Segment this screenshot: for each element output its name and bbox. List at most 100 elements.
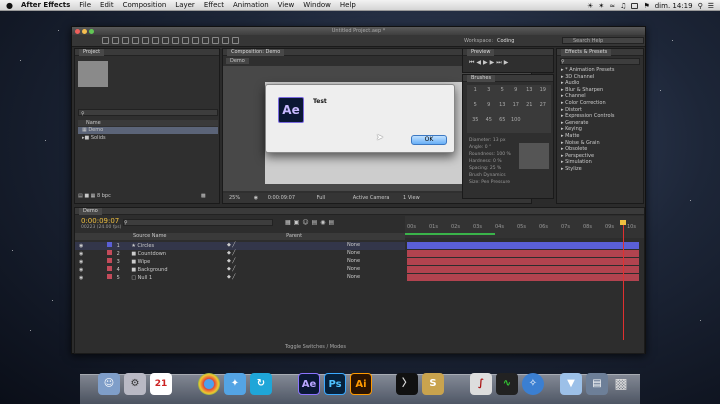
eraser-tool-icon[interactable] [212, 37, 219, 44]
clone-tool-icon[interactable] [202, 37, 209, 44]
brush-spacing[interactable]: Spacing: 25 % [469, 165, 511, 172]
trash-icon[interactable]: ▩ [201, 193, 206, 199]
layer-row-1[interactable]: ◉ 1 ★ Circles ◆ ╱ None [75, 242, 405, 250]
brush-tip[interactable]: 5 [496, 87, 509, 101]
layer-row-5[interactable]: ◉ 5 □ Null 1 ◆ ╱ None [75, 274, 405, 282]
pan-behind-tool-icon[interactable] [152, 37, 159, 44]
brush-tip[interactable]: 65 [496, 117, 509, 131]
red-app-icon[interactable]: ∫ [470, 373, 492, 395]
effect-category[interactable]: ▸ Matte [557, 133, 643, 140]
brush-tip[interactable]: 1 [469, 87, 482, 101]
search-help-input[interactable]: Search Help [562, 37, 644, 44]
app-store-icon[interactable]: ⚙ [124, 373, 146, 395]
effect-category[interactable]: ▸ * Animation Presets [557, 67, 643, 74]
play-icon[interactable]: ▶ [483, 59, 490, 66]
layer-name[interactable]: Null 1 [138, 275, 152, 281]
brush-tip[interactable]: 9 [510, 87, 523, 101]
project-item-demo[interactable]: ▦ Demo [78, 127, 218, 134]
brush-tip[interactable]: 27 [537, 102, 550, 116]
visibility-icon[interactable]: ◉ [79, 275, 83, 281]
status-icon[interactable]: ☀ [587, 2, 593, 10]
col-parent[interactable]: Parent [286, 233, 302, 239]
motion-blur-icon[interactable]: ◉ [320, 219, 328, 226]
menu-help[interactable]: Help [340, 1, 356, 9]
mask-tool-icon[interactable] [162, 37, 169, 44]
effect-category[interactable]: ▸ Distort [557, 107, 643, 114]
layer-name[interactable]: Circles [137, 243, 154, 249]
layer-color-label[interactable] [106, 258, 112, 263]
comp-breadcrumb[interactable]: Demo [226, 58, 249, 64]
col-source-name[interactable]: Source Name [133, 233, 167, 239]
visibility-icon[interactable]: ◉ [79, 243, 83, 249]
volume-icon[interactable]: ♫ [620, 2, 626, 10]
layer-bar-wipe[interactable] [407, 258, 639, 265]
tab-preview[interactable]: Preview [467, 49, 495, 56]
finder-icon[interactable]: ☺ [98, 373, 120, 395]
after-effects-dock-icon[interactable]: Ae [298, 373, 320, 395]
tab-brushes[interactable]: Brushes [467, 75, 496, 82]
comp-timecode[interactable]: 0:00:09:07 [268, 195, 295, 201]
brush-tip[interactable]: 100 [510, 117, 523, 131]
tab-demo-timeline[interactable]: Demo [79, 208, 102, 215]
layer-bar-background[interactable] [407, 266, 639, 273]
brush-tip[interactable]: 17 [510, 102, 523, 116]
illustrator-dock-icon[interactable]: Ai [350, 373, 372, 395]
frame-blending-icon[interactable]: ▤ [312, 219, 321, 226]
parent-select[interactable]: None [347, 242, 360, 250]
close-window-button[interactable] [75, 29, 80, 34]
comp-mini-flowchart-icon[interactable]: ▦ [285, 219, 294, 226]
pen-tool-icon[interactable] [172, 37, 179, 44]
brush-tip[interactable]: 19 [537, 87, 550, 101]
brush-size-select[interactable]: Pen Pressure [481, 180, 510, 185]
layer-row-2[interactable]: ◉ 2 ■ Countdown ◆ ╱ None [75, 250, 405, 258]
tab-composition[interactable]: Composition: Demo [227, 49, 285, 56]
layer-bar-null[interactable] [407, 274, 639, 281]
zoom-window-button[interactable] [89, 29, 94, 34]
timeline-search-input[interactable]: ⚲ [123, 219, 273, 226]
brush-tip[interactable]: 3 [483, 87, 496, 101]
views-select[interactable]: 1 View [403, 195, 420, 201]
parent-select[interactable]: None [347, 250, 360, 258]
bluetooth-icon[interactable]: ✶ [598, 2, 604, 10]
layer-switches[interactable]: ◆ ╱ [227, 250, 235, 258]
layer-switches[interactable]: ◆ ╱ [227, 274, 235, 282]
project-item-solids[interactable]: ▸■ Solids [78, 135, 218, 142]
script-editor-icon[interactable]: S [422, 373, 444, 395]
effect-category[interactable]: ▸ Expression Controls [557, 113, 643, 120]
visibility-icon[interactable]: ◉ [79, 267, 83, 273]
apple-menu-icon[interactable]: ● [6, 1, 13, 10]
layer-color-label[interactable] [106, 242, 112, 247]
brush-tip[interactable]: 45 [483, 117, 496, 131]
layer-switches[interactable]: ◆ ╱ [227, 242, 235, 250]
app-menu[interactable]: After Effects [21, 1, 70, 9]
calendar-icon[interactable]: 21 [150, 373, 172, 395]
effect-category[interactable]: ▸ Channel [557, 93, 643, 100]
toggle-switches-modes[interactable]: Toggle Switches / Modes [285, 344, 346, 350]
brush-tip[interactable]: 5 [469, 102, 482, 116]
current-time-indicator[interactable] [623, 222, 624, 340]
rotation-tool-icon[interactable] [132, 37, 139, 44]
brush-tip[interactable]: 35 [469, 117, 482, 131]
brush-tip[interactable]: 13 [523, 87, 536, 101]
photoshop-dock-icon[interactable]: Ps [324, 373, 346, 395]
project-column-name[interactable]: Name [78, 120, 218, 126]
downloads-folder-icon[interactable]: ▼ [560, 373, 582, 395]
visibility-icon[interactable]: ◉ [79, 251, 83, 257]
layer-name[interactable]: Countdown [138, 251, 166, 257]
effect-category[interactable]: ▸ Stylize [557, 166, 643, 173]
timeline-timecode[interactable]: 0:00:09:07 [81, 217, 119, 225]
tab-project[interactable]: Project [79, 49, 105, 56]
brush-tip[interactable]: 13 [496, 102, 509, 116]
effect-category[interactable]: ▸ Perspective [557, 153, 643, 160]
work-area-bar[interactable] [405, 233, 495, 235]
visibility-icon[interactable]: ◉ [79, 259, 83, 265]
layer-color-label[interactable] [106, 250, 112, 255]
menu-layer[interactable]: Layer [175, 1, 195, 9]
terminal-icon[interactable]: 〉 [396, 373, 418, 395]
menu-animation[interactable]: Animation [233, 1, 269, 9]
menu-effect[interactable]: Effect [204, 1, 224, 9]
layer-switches[interactable]: ◆ ╱ [227, 258, 235, 266]
documents-folder-icon[interactable]: ▤ [586, 373, 608, 395]
workspace-select[interactable]: Coding [497, 38, 514, 44]
time-ruler[interactable]: 00s 01s 02s 03s 04s 05s 06s 07s 08s 09s … [405, 216, 644, 238]
